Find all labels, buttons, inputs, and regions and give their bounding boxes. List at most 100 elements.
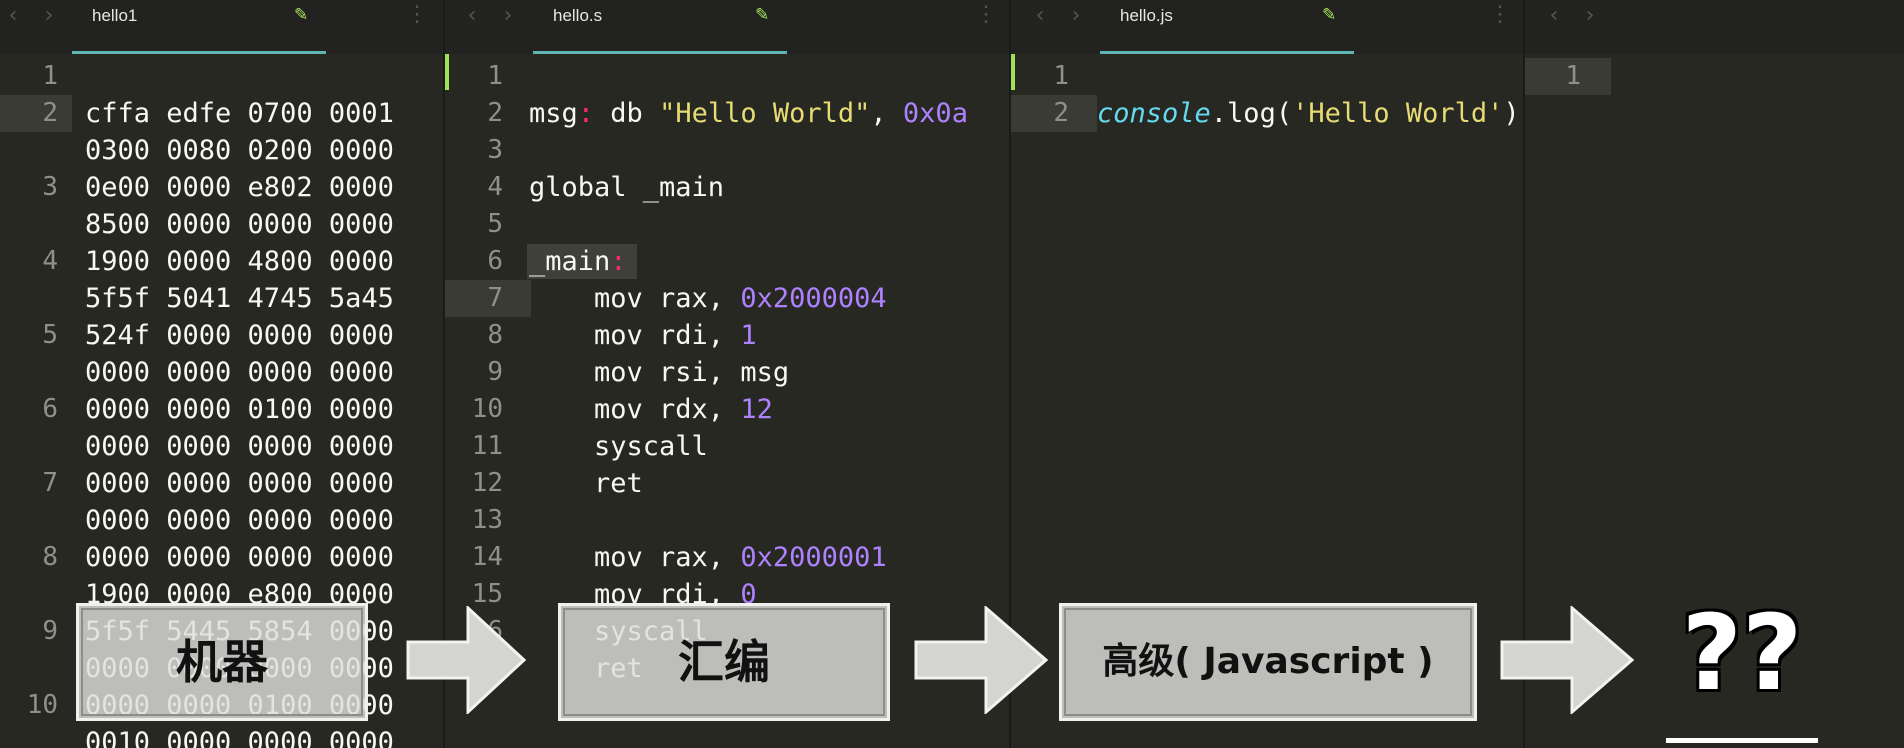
code-token: 0x2000001 — [740, 542, 887, 573]
label-assembly: 汇编 — [558, 603, 890, 721]
line-number-gutter: 1 2 3 4 5 6 7 8 9 10 — [0, 54, 72, 748]
more-options-icon[interactable]: ⋮ — [406, 2, 428, 28]
code-token: global _main — [529, 172, 725, 203]
line-number: 2 — [487, 98, 503, 128]
back-arrow-icon[interactable]: ‹ — [1543, 4, 1565, 28]
code-token: 0x2000004 — [740, 283, 887, 314]
code-token: mov rax, — [529, 283, 741, 314]
code-token: 0x0a — [902, 98, 968, 129]
code-line: 0300 0080 0200 0000 — [85, 135, 394, 166]
code-line: mov rax, 0x2000004 — [529, 280, 887, 317]
line-number: 8 — [42, 542, 58, 572]
code-line: _main: — [529, 243, 627, 280]
line-number: 4 — [42, 246, 58, 276]
tab-bar: ‹ › — [1525, 0, 1904, 54]
line-number: 4 — [487, 172, 503, 202]
arrow-right-icon — [406, 606, 526, 714]
tab-bar: ‹ › hello1 ✎ ⋮ — [0, 0, 442, 54]
back-arrow-icon[interactable]: ‹ — [461, 4, 483, 28]
line-number: 12 — [471, 468, 503, 498]
line-number: 11 — [471, 431, 503, 461]
line-number: 8 — [487, 320, 503, 350]
arrow-right-icon — [914, 606, 1048, 714]
code-line: 0000 0000 0000 0000 — [85, 505, 394, 536]
line-number: 1 — [1565, 61, 1581, 91]
pencil-icon[interactable]: ✎ — [294, 5, 308, 25]
line-number: 6 — [42, 394, 58, 424]
tab-title: hello.s — [553, 6, 603, 25]
code-line: mov rdi, 1 — [529, 317, 757, 354]
code-line: 0000 0000 0100 0000 — [85, 394, 394, 425]
code-token: : — [610, 246, 627, 277]
code-line: syscall — [529, 428, 708, 465]
line-number: 1 — [42, 61, 58, 91]
more-options-icon[interactable]: ⋮ — [1489, 2, 1511, 28]
underline-decoration — [1666, 738, 1818, 743]
code-token: 1 — [740, 320, 757, 351]
label-machine: 机器 — [76, 603, 368, 721]
forward-arrow-icon[interactable]: › — [38, 4, 60, 28]
pencil-icon[interactable]: ✎ — [1322, 5, 1336, 25]
line-number: 3 — [42, 172, 58, 202]
forward-arrow-icon[interactable]: › — [1065, 4, 1087, 28]
code-token: ret — [529, 468, 643, 499]
code-token: msg — [529, 98, 578, 129]
code-line: ret — [529, 465, 643, 502]
label-unknown: ?? — [1681, 592, 1803, 714]
code-line: 0e00 0000 e802 0000 — [85, 172, 394, 203]
line-number: 9 — [487, 357, 503, 387]
tab-title: hello.js — [1120, 6, 1173, 25]
code-line: global _main — [529, 169, 724, 206]
tab-hello1[interactable]: hello1 ✎ — [72, 0, 326, 54]
code-token: mov rax, — [529, 542, 741, 573]
code-line: 524f 0000 0000 0000 — [85, 320, 394, 351]
line-number: 2 — [1053, 98, 1069, 128]
tab-hello-s[interactable]: hello.s ✎ — [533, 0, 787, 54]
code-line: 0000 0000 0000 0000 — [85, 542, 394, 573]
code-line: mov rax, 0x2000001 — [529, 539, 887, 576]
line-number: 6 — [487, 246, 503, 276]
code-token: _main — [529, 246, 611, 277]
line-number: 1 — [487, 61, 503, 91]
code-token: "Hello World" — [659, 98, 871, 129]
code-token: , — [870, 98, 903, 129]
code-token: : — [577, 98, 595, 129]
line-number: 7 — [42, 468, 58, 498]
code-token: mov rdx, — [529, 394, 741, 425]
code-line: 0000 0000 0000 0000 — [85, 357, 394, 388]
line-number: 3 — [487, 135, 503, 165]
code-token: 'Hello World' — [1292, 98, 1504, 129]
code-token: console — [1097, 98, 1211, 129]
tab-title: hello1 — [92, 6, 138, 25]
label-high-level-javascript: 高级( Javascript ) — [1059, 603, 1477, 721]
code-token: mov rsi, msg — [529, 357, 790, 388]
tab-bar: ‹ › hello.js ✎ ⋮ — [1011, 0, 1524, 54]
line-number: 2 — [42, 98, 58, 128]
code-line: 8500 0000 0000 0000 — [85, 209, 394, 240]
code-line: msg: db "Hello World", 0x0a — [529, 95, 968, 132]
code-line: 0010 0000 0000 0000 — [85, 727, 394, 748]
code-line: 5f5f 5041 4745 5a45 — [85, 283, 394, 314]
code-token: db — [594, 98, 660, 129]
back-arrow-icon[interactable]: ‹ — [1029, 4, 1051, 28]
code-line: console.log('Hello World') — [1097, 95, 1520, 132]
code-token: ) — [1503, 98, 1520, 129]
line-number: 5 — [487, 209, 503, 239]
more-options-icon[interactable]: ⋮ — [975, 2, 997, 28]
line-number: 7 — [487, 283, 503, 313]
code-line: mov rdx, 12 — [529, 391, 773, 428]
tab-hello-js[interactable]: hello.js ✎ — [1100, 0, 1354, 54]
code-token: 12 — [740, 394, 773, 425]
code-token: .log( — [1210, 98, 1293, 129]
forward-arrow-icon[interactable]: › — [497, 4, 519, 28]
back-arrow-icon[interactable]: ‹ — [2, 4, 24, 28]
code-line: 0000 0000 0000 0000 — [85, 431, 394, 462]
forward-arrow-icon[interactable]: › — [1579, 4, 1601, 28]
code-line: mov rsi, msg — [529, 354, 789, 391]
line-number: 9 — [42, 616, 58, 646]
line-number: 13 — [471, 505, 503, 535]
line-number: 10 — [471, 394, 503, 424]
pencil-icon[interactable]: ✎ — [755, 5, 769, 25]
code-token: syscall — [529, 431, 708, 462]
line-number: 14 — [471, 542, 503, 572]
